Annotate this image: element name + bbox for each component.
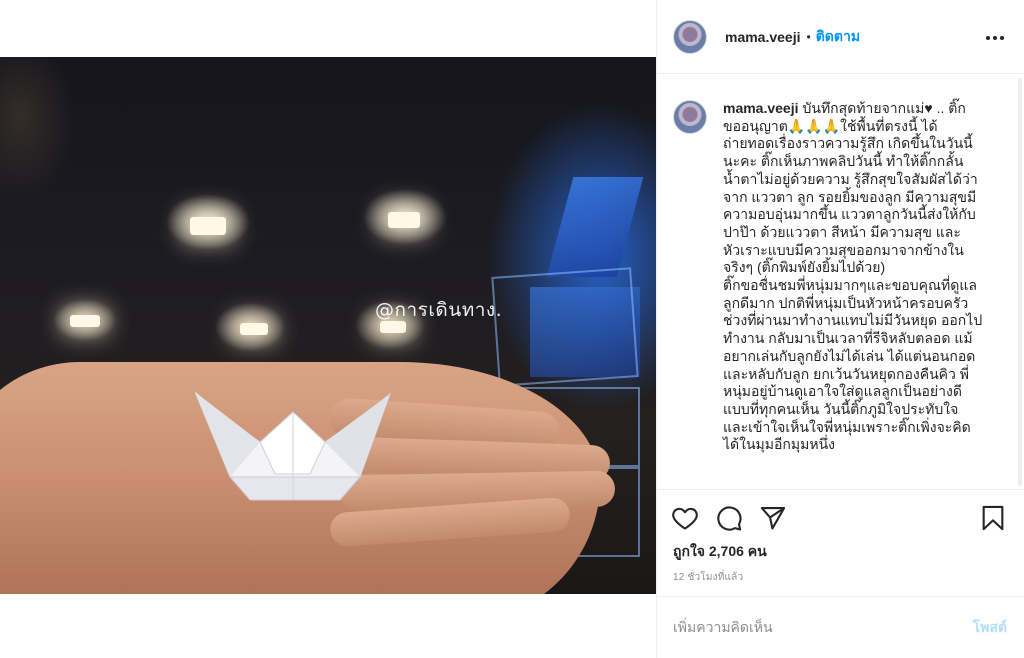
- header-username[interactable]: mama.veeji: [725, 29, 801, 45]
- comment-input[interactable]: [673, 615, 933, 639]
- caption-paragraph-1: บันทึกสุดท้ายจากแม่♥ .. ติ๊กขออนุญาต🙏🙏🙏ใ…: [723, 100, 978, 276]
- photo-watermark: @การเดินทาง.: [375, 299, 503, 321]
- caption-avatar[interactable]: [673, 100, 707, 134]
- avatar[interactable]: [673, 19, 707, 54]
- follow-button[interactable]: ติดตาม: [816, 26, 860, 48]
- like-count[interactable]: ถูกใจ 2,706 คน: [673, 541, 767, 563]
- post-photo[interactable]: @การเดินทาง.: [0, 57, 656, 594]
- more-horizontal-icon[interactable]: [983, 26, 1007, 50]
- post-media-area: @การเดินทาง.: [0, 0, 656, 658]
- caption-author[interactable]: mama.veeji: [723, 100, 799, 116]
- comment-form: โพสต์: [657, 596, 1024, 658]
- caption-row: mama.veeji บันทึกสุดท้ายจากแม่♥ .. ติ๊กขอ…: [673, 100, 1009, 454]
- post-sidebar: mama.veeji • ติดตาม mama.veeji บันทึกสุดท…: [656, 0, 1024, 658]
- paper-boat-image: [194, 391, 392, 501]
- comment-bubble-icon[interactable]: [715, 504, 743, 532]
- paper-plane-icon[interactable]: [759, 504, 787, 532]
- comments-scrollbar[interactable]: [1018, 78, 1022, 486]
- comments-list[interactable]: mama.veeji บันทึกสุดท้ายจากแม่♥ .. ติ๊กขอ…: [657, 75, 1024, 489]
- heart-icon[interactable]: [671, 504, 699, 532]
- post-timestamp[interactable]: 12 ชั่วโมงที่แล้ว: [673, 570, 743, 585]
- caption-paragraph-2: ติ๊กขอชื่นชมพี่หนุ่มมากๆและขอบคุณที่ดูแล…: [723, 277, 983, 453]
- caption-text: mama.veeji บันทึกสุดท้ายจากแม่♥ .. ติ๊กขอ…: [723, 100, 983, 454]
- post-comment-button[interactable]: โพสต์: [973, 617, 1007, 639]
- bookmark-icon[interactable]: [979, 504, 1007, 532]
- header-separator: •: [806, 29, 811, 44]
- post-header: mama.veeji • ติดตาม: [657, 0, 1024, 74]
